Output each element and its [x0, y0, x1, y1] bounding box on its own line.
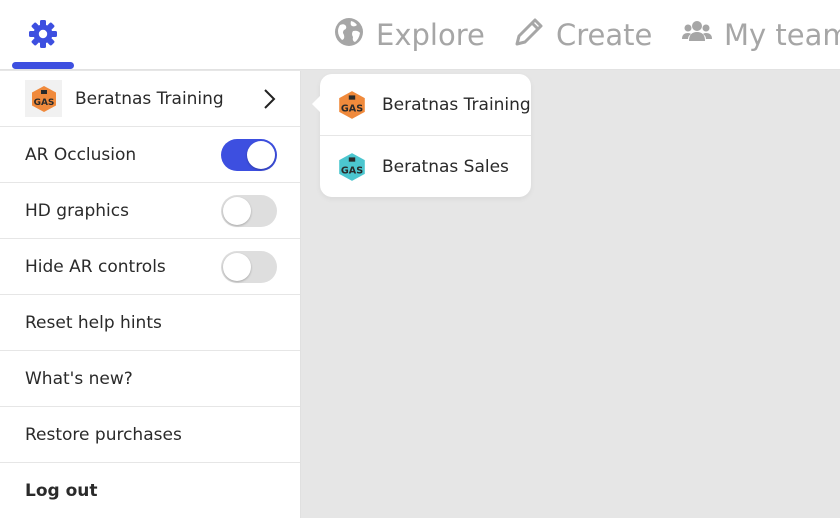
team-selector[interactable]: GAS Beratnas Training: [0, 71, 300, 127]
team-logo: GAS: [25, 80, 62, 117]
hide-ar-controls-row: Hide AR controls: [0, 239, 300, 295]
team-option-training[interactable]: GAS Beratnas Training: [320, 74, 531, 135]
team-option-sales[interactable]: GAS Beratnas Sales: [320, 135, 531, 197]
whats-new-item[interactable]: What's new?: [0, 351, 300, 407]
toggle-knob: [247, 141, 275, 169]
nav-create[interactable]: Create: [514, 0, 652, 70]
restore-purchases-label: Restore purchases: [25, 424, 182, 445]
team-option-logo-text: GAS: [341, 103, 363, 114]
settings-menu: GAS Beratnas Training AR Occlusion HD gr…: [0, 71, 301, 518]
gear-icon: [28, 19, 58, 53]
nav-explore-label: Explore: [376, 18, 485, 52]
hd-graphics-row: HD graphics: [0, 183, 300, 239]
team-option-logo: GAS: [335, 88, 369, 122]
settings-tab[interactable]: [12, 0, 74, 70]
toggle-knob: [223, 253, 251, 281]
nav-my-team-label: My team: [724, 18, 840, 52]
reset-help-hints-item[interactable]: Reset help hints: [0, 295, 300, 351]
popover-arrow: [312, 96, 320, 112]
log-out-label: Log out: [25, 481, 98, 501]
team-icon: [682, 18, 724, 52]
chevron-right-icon: [262, 88, 276, 115]
hide-ar-controls-label: Hide AR controls: [25, 256, 166, 277]
globe-icon: [334, 17, 376, 54]
nav-create-label: Create: [556, 18, 653, 52]
whats-new-label: What's new?: [25, 368, 133, 389]
team-name: Beratnas Training: [75, 88, 224, 109]
team-option-label: Beratnas Sales: [382, 156, 509, 177]
reset-help-hints-label: Reset help hints: [25, 312, 162, 333]
ar-occlusion-row: AR Occlusion: [0, 127, 300, 183]
team-option-logo-text: GAS: [341, 165, 363, 176]
hd-graphics-toggle[interactable]: [221, 195, 277, 227]
hd-graphics-label: HD graphics: [25, 200, 129, 221]
top-nav-bar: Explore Create My team: [0, 0, 840, 70]
team-popover: GAS Beratnas Training GAS Beratnas Sales: [312, 74, 531, 197]
team-logo-text: GAS: [33, 98, 54, 108]
nav-explore[interactable]: Explore: [334, 0, 485, 70]
hide-ar-controls-toggle[interactable]: [221, 251, 277, 283]
toggle-knob: [223, 197, 251, 225]
nav-my-team[interactable]: My team: [682, 0, 840, 70]
pencil-icon: [514, 17, 556, 54]
team-option-logo: GAS: [335, 150, 369, 184]
restore-purchases-item[interactable]: Restore purchases: [0, 407, 300, 463]
team-option-label: Beratnas Training: [382, 94, 531, 115]
active-tab-indicator: [12, 62, 74, 69]
ar-occlusion-label: AR Occlusion: [25, 144, 137, 165]
ar-occlusion-toggle[interactable]: [221, 139, 277, 171]
log-out-item[interactable]: Log out: [0, 463, 300, 518]
